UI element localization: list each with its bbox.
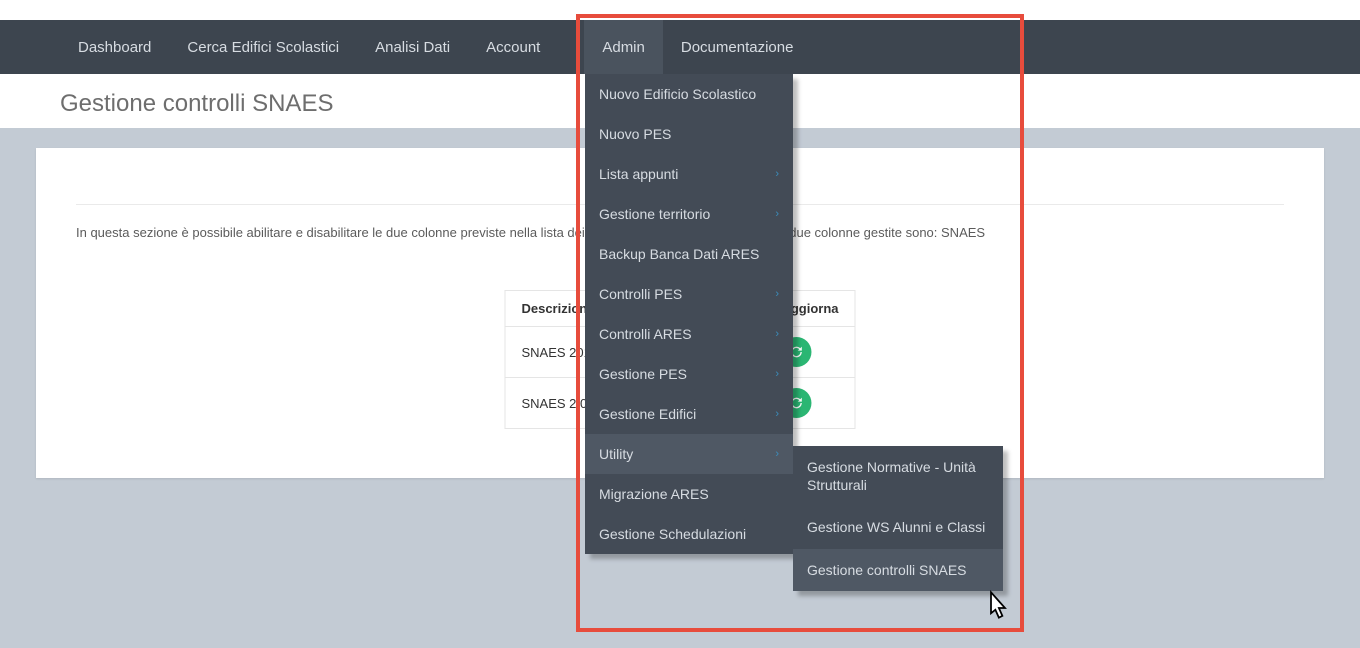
chevron-right-icon: › [775, 328, 779, 340]
dd-gestione-schedulazioni[interactable]: Gestione Schedulazioni [585, 514, 793, 554]
utility-submenu: Gestione Normative - Unità Strutturali G… [793, 446, 1003, 591]
admin-dropdown: Nuovo Edificio Scolastico Nuovo PES List… [585, 74, 793, 554]
chevron-right-icon: › [775, 288, 779, 300]
dd-label: Nuovo PES [599, 126, 671, 142]
dd-label: Migrazione ARES [599, 486, 709, 502]
chevron-right-icon: › [775, 368, 779, 380]
chevron-right-icon: › [775, 408, 779, 420]
chevron-right-icon: › [775, 448, 779, 460]
chevron-right-icon: › [775, 168, 779, 180]
dd-nuovo-edificio[interactable]: Nuovo Edificio Scolastico [585, 74, 793, 114]
nav-cerca-edifici[interactable]: Cerca Edifici Scolastici [169, 20, 357, 74]
nav-admin[interactable]: Admin [584, 20, 663, 74]
dd-gestione-pes[interactable]: Gestione PES › [585, 354, 793, 394]
chevron-right-icon: › [775, 208, 779, 220]
dd-label: Nuovo Edificio Scolastico [599, 86, 756, 102]
dd-gestione-territorio[interactable]: Gestione territorio › [585, 194, 793, 234]
nav-dashboard[interactable]: Dashboard [60, 20, 169, 74]
dd-label: Gestione Schedulazioni [599, 526, 746, 542]
nav-analisi-dati[interactable]: Analisi Dati [357, 20, 468, 74]
dd-label: Gestione Edifici [599, 406, 696, 422]
dd-label: Gestione territorio [599, 206, 710, 222]
dd-utility[interactable]: Utility › [585, 434, 793, 474]
page-title: Gestione controlli SNAES [60, 90, 333, 118]
dd-label: Controlli PES [599, 286, 682, 302]
sub-gestione-controlli-snaes[interactable]: Gestione controlli SNAES [793, 549, 1003, 591]
sub-gestione-normative[interactable]: Gestione Normative - Unità Strutturali [793, 446, 1003, 506]
dd-label: Gestione PES [599, 366, 687, 382]
dd-label: Backup Banca Dati ARES [599, 246, 759, 262]
dd-label: Lista appunti [599, 166, 678, 182]
dd-backup-banca-dati[interactable]: Backup Banca Dati ARES [585, 234, 793, 274]
nav-documentazione[interactable]: Documentazione [663, 20, 812, 74]
dd-label: Utility [599, 446, 633, 462]
dd-gestione-edifici[interactable]: Gestione Edifici › [585, 394, 793, 434]
top-navbar: Dashboard Cerca Edifici Scolastici Anali… [0, 20, 1360, 74]
dd-nuovo-pes[interactable]: Nuovo PES [585, 114, 793, 154]
nav-account[interactable]: Account [468, 20, 558, 74]
dd-label: Controlli ARES [599, 326, 692, 342]
dd-controlli-ares[interactable]: Controlli ARES › [585, 314, 793, 354]
dd-migrazione-ares[interactable]: Migrazione ARES [585, 474, 793, 514]
dd-lista-appunti[interactable]: Lista appunti › [585, 154, 793, 194]
dd-controlli-pes[interactable]: Controlli PES › [585, 274, 793, 314]
sub-gestione-ws-alunni[interactable]: Gestione WS Alunni e Classi [793, 506, 1003, 548]
